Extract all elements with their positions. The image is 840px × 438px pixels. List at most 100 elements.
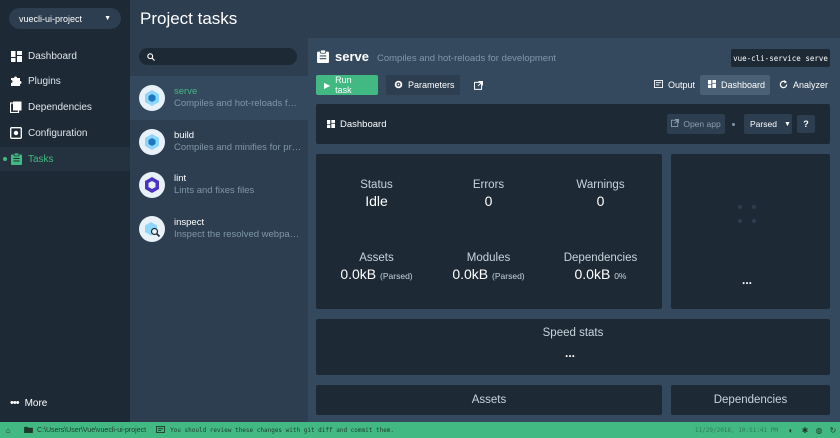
task-name: inspect — [174, 217, 205, 228]
open-app-button[interactable]: Open app — [667, 114, 725, 134]
stat-label: Dependencies — [563, 252, 638, 264]
project-selector[interactable]: vuecli-ui-project ▼ — [9, 8, 121, 29]
left-nav: vuecli-ui-project ▼ Dashboard Plugins De… — [0, 0, 130, 422]
eslint-icon — [139, 172, 165, 198]
dependencies-title: Dependencies — [713, 394, 788, 406]
webpack-icon — [139, 85, 165, 111]
stat-value: 0 — [484, 193, 493, 209]
nav-item-plugins[interactable]: Plugins — [0, 69, 130, 93]
inspect-icon — [139, 216, 165, 242]
speed-stats-title: Speed stats — [542, 327, 604, 339]
stat-assets: Assets 0.0kB (Parsed) — [319, 252, 434, 282]
task-name: build — [174, 130, 195, 141]
analyzer-tab[interactable]: Analyzer — [771, 75, 829, 95]
contrast-icon[interactable]: ◐ — [784, 426, 798, 435]
clipboard-icon — [317, 49, 329, 63]
stat-errors: Errors 0 — [431, 179, 546, 209]
page-title: Project tasks — [140, 9, 238, 28]
task-desc: Lints and fixes files — [174, 185, 255, 196]
status-bar: ⌂ C:\Users\User\Vue\vuecli-ui-project Yo… — [0, 422, 840, 438]
webpack-icon — [139, 129, 165, 155]
gear-icon — [394, 80, 403, 91]
assets-title: Assets — [471, 394, 507, 406]
play-icon: ▶ — [324, 80, 331, 90]
dashboard-toolbar: Dashboard Open app Parsed ▼ ? — [316, 104, 830, 144]
stat-value: 0.0kB — [574, 266, 611, 282]
stat-label: Warnings — [576, 179, 625, 191]
task-name: serve — [174, 86, 198, 97]
bug-icon[interactable]: ✱ — [798, 426, 812, 435]
message-icon — [156, 425, 165, 435]
open-external-button[interactable] — [467, 75, 489, 95]
clipboard-icon — [10, 153, 22, 165]
globe-icon[interactable]: ◍ — [812, 426, 826, 435]
nav-item-dashboard[interactable]: Dashboard — [0, 44, 130, 68]
nav-label: Plugins — [28, 75, 61, 87]
task-desc: Inspect the resolved webpack config — [174, 229, 302, 240]
dashboard-tab-label: Dashboard — [721, 80, 766, 90]
nav-item-dependencies[interactable]: Dependencies — [0, 95, 130, 119]
dependencies-card: Dependencies — [671, 385, 830, 415]
run-task-label: Run task — [335, 75, 352, 95]
stat-value: 0.0kB — [452, 266, 489, 282]
book-icon — [10, 101, 22, 113]
stat-modules: Modules 0.0kB (Parsed) — [431, 252, 546, 282]
stat-value: 0.0kB — [340, 266, 377, 282]
loading-icon — [738, 205, 758, 225]
task-header: serve Compiles and hot-reloads for devel… — [317, 49, 556, 64]
home-icon[interactable]: ⌂ — [0, 426, 16, 435]
more-horizontal-icon: ••• — [10, 397, 20, 409]
settings-icon — [10, 127, 22, 139]
stat-value: 0 — [596, 193, 605, 209]
size-mode-value: Parsed — [750, 119, 777, 129]
help-button[interactable]: ? — [797, 115, 815, 133]
task-title: serve — [335, 49, 369, 64]
project-path[interactable]: C:\Users\User\Vue\vuecli-ui-project — [37, 427, 146, 434]
parameters-button[interactable]: Parameters — [386, 75, 460, 95]
analyzer-label: Analyzer — [793, 80, 829, 90]
more-label: More — [24, 397, 48, 409]
task-item-inspect[interactable]: inspect Inspect the resolved webpack con… — [130, 207, 308, 251]
speed-ellipsis: ... — [565, 346, 576, 360]
nav-item-tasks[interactable]: Tasks — [0, 147, 130, 171]
stat-label: Errors — [472, 179, 505, 191]
command-badge: vue-cli-service serve — [731, 49, 830, 67]
task-item-build[interactable]: build Compiles and minifies for producti… — [130, 120, 308, 164]
caret-down-icon: ▼ — [104, 15, 111, 22]
search-icon — [147, 52, 155, 61]
stat-status: Status Idle — [319, 179, 434, 209]
task-desc: Compiles and minifies for production — [174, 142, 302, 153]
nav-label: Tasks — [28, 153, 54, 165]
stat-label: Status — [360, 179, 393, 191]
stat-warnings: Warnings 0 — [543, 179, 658, 209]
caret-down-icon: ▼ — [783, 120, 791, 128]
nav-item-configuration[interactable]: Configuration — [0, 121, 130, 145]
external-link-icon — [473, 80, 483, 90]
dashboard-title: Dashboard — [340, 119, 387, 130]
dashboard-icon — [327, 119, 335, 130]
dashboard-icon — [10, 50, 22, 62]
dashboard-heading: Dashboard — [327, 119, 386, 130]
size-mode-select[interactable]: Parsed ▼ — [744, 114, 792, 134]
run-task-button[interactable]: ▶ Run task — [316, 75, 378, 95]
build-stats-card: Status Idle Errors 0 Warnings 0 Assets 0… — [316, 154, 662, 309]
task-description: Compiles and hot-reloads for development — [376, 53, 556, 64]
task-search[interactable] — [139, 48, 297, 65]
stat-note: (Parsed) — [492, 271, 525, 281]
stat-note: (Parsed) — [380, 271, 413, 281]
output-label: Output — [668, 80, 696, 90]
more-button[interactable]: ••• More — [10, 397, 47, 409]
dashboard-icon — [708, 80, 716, 90]
task-item-lint[interactable]: lint Lints and fixes files — [130, 163, 308, 207]
output-tab[interactable]: Output — [646, 75, 698, 95]
stat-dependencies: Dependencies 0.0kB 0% — [543, 252, 658, 282]
stat-label: Assets — [359, 252, 394, 264]
task-item-serve[interactable]: serve Compiles and hot-reloads for devel… — [130, 76, 308, 120]
puzzle-icon — [10, 75, 22, 87]
dashboard-tab[interactable]: Dashboard — [700, 75, 770, 95]
status-message[interactable]: You should review these changes with git… — [170, 427, 394, 434]
task-search-input[interactable] — [160, 51, 290, 62]
refresh-icon[interactable]: ↻ — [826, 426, 840, 435]
status-time: 11/29/2018, 10:51:41 PM — [694, 426, 778, 434]
nav-label: Configuration — [28, 127, 88, 139]
